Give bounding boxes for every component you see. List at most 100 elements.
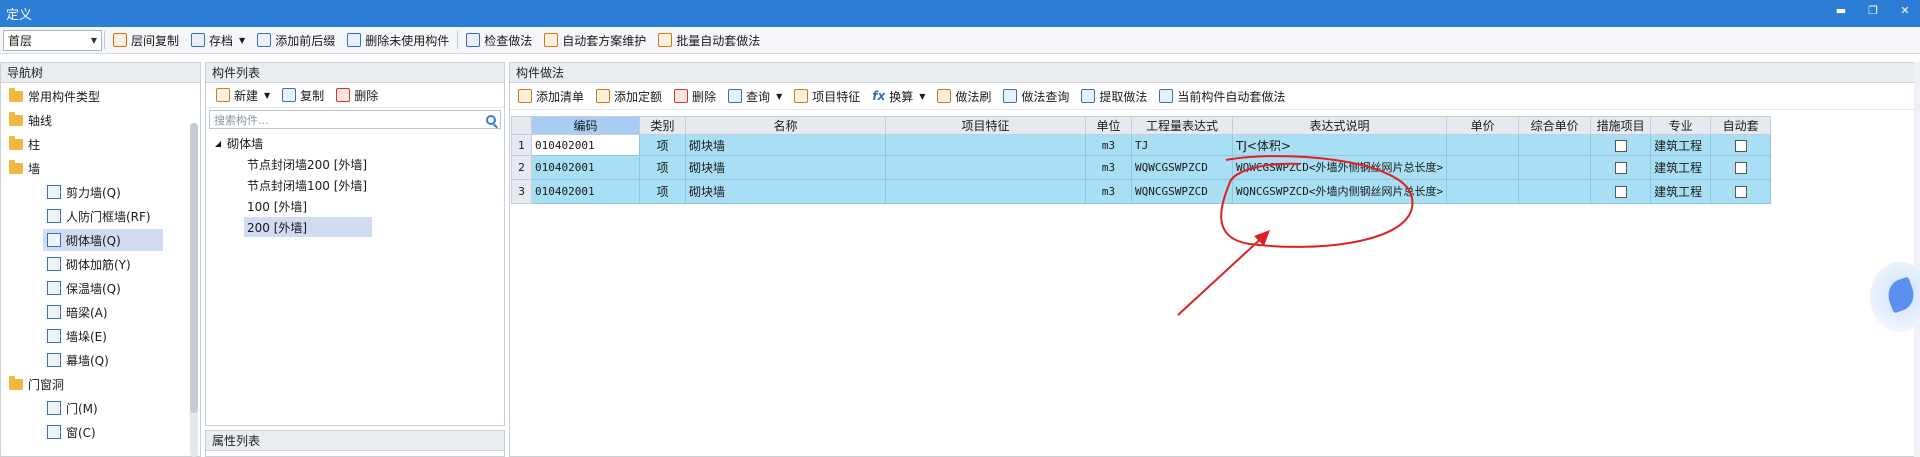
table-row[interactable]: 3 010402001 项 砌块墙 m3 WQNCGSWPZCD WQNCGSW… bbox=[511, 179, 1772, 204]
type-cell[interactable]: 项 bbox=[639, 134, 686, 156]
column-header[interactable]: 单位 bbox=[1085, 116, 1132, 135]
right-edge-scrollbar[interactable] bbox=[1914, 62, 1920, 457]
auto-checkbox[interactable] bbox=[1734, 162, 1747, 174]
tree-item-curtain-wall[interactable]: 幕墙(Q) bbox=[47, 349, 109, 371]
column-header[interactable]: 工程量表达式 bbox=[1131, 116, 1233, 135]
minimize-icon[interactable]: ▬ bbox=[1832, 4, 1850, 17]
component-search-input[interactable]: 搜索构件... bbox=[209, 110, 501, 129]
name-cell[interactable]: 砌块墙 bbox=[685, 179, 886, 204]
collapse-icon[interactable]: ◢ bbox=[215, 139, 221, 148]
tree-item-wall[interactable]: 墙 bbox=[9, 157, 40, 179]
new-component-button[interactable]: 新建 ▼ bbox=[210, 85, 276, 106]
measure-cell[interactable] bbox=[1590, 179, 1652, 204]
auto-checkbox[interactable] bbox=[1734, 186, 1747, 198]
auto-checkbox[interactable] bbox=[1734, 139, 1747, 152]
tree-item-column[interactable]: 柱 bbox=[9, 133, 40, 155]
component-item[interactable]: 节点封闭墙100 [外墙] bbox=[244, 175, 370, 195]
desc-cell[interactable]: WQNCGSWPZCD<外墙内侧钢丝网片总长度> bbox=[1231, 179, 1448, 204]
column-header[interactable]: 自动套 bbox=[1710, 116, 1772, 135]
copy-between-floors-button[interactable]: 层间复制 bbox=[107, 30, 185, 51]
measure-cell[interactable] bbox=[1590, 134, 1652, 156]
column-header[interactable]: 项目特征 bbox=[885, 116, 1086, 135]
nav-scrollbar[interactable] bbox=[190, 123, 198, 457]
unit-cell[interactable]: m3 bbox=[1085, 155, 1132, 180]
batch-auto-button[interactable]: 批量自动套做法 bbox=[652, 30, 766, 51]
delete-unused-button[interactable]: 删除未使用构件 bbox=[341, 30, 455, 51]
tree-item-door[interactable]: 门(M) bbox=[47, 397, 98, 419]
floor-select[interactable]: 首层 ▼ bbox=[3, 29, 102, 51]
total-price-cell[interactable] bbox=[1518, 134, 1592, 156]
auto-apply-current-button[interactable]: 当前构件自动套做法 bbox=[1153, 86, 1291, 107]
tree-item-insulation-wall[interactable]: 保温墙(Q) bbox=[47, 277, 121, 299]
tree-item-hidden-beam[interactable]: 暗梁(A) bbox=[47, 301, 108, 323]
check-method-button[interactable]: 检查做法 bbox=[460, 30, 538, 51]
method-query-button[interactable]: 做法查询 bbox=[997, 86, 1075, 107]
tree-item-civil-defense-wall[interactable]: 人防门框墙(RF) bbox=[47, 205, 151, 227]
convert-button[interactable]: fx 换算 ▼ bbox=[866, 86, 931, 107]
measure-checkbox[interactable] bbox=[1614, 139, 1627, 152]
component-group[interactable]: ◢ 砌体墙 bbox=[212, 133, 266, 153]
component-item[interactable]: 100 [外墙] bbox=[244, 196, 310, 216]
total-price-cell[interactable] bbox=[1518, 155, 1592, 180]
column-header[interactable]: 单价 bbox=[1446, 116, 1520, 135]
auto-scheme-button[interactable]: 自动套方案维护 bbox=[538, 30, 652, 51]
archive-button[interactable]: 存档 ▼ bbox=[185, 30, 251, 51]
code-cell[interactable]: 010402001 bbox=[531, 155, 640, 180]
table-row[interactable]: 1 010402001 项 砌块墙 m3 TJ TJ<体积> 建筑工程 bbox=[511, 134, 1772, 156]
tree-item-common[interactable]: 常用构件类型 bbox=[9, 85, 100, 107]
tree-item-wall-pier[interactable]: 墙垛(E) bbox=[47, 325, 107, 347]
component-item-selected[interactable]: 200 [外墙] bbox=[244, 217, 372, 237]
feature-cell[interactable] bbox=[885, 155, 1086, 180]
unit-cell[interactable]: m3 bbox=[1085, 179, 1132, 204]
delete-method-button[interactable]: 删除 bbox=[668, 86, 722, 107]
add-bill-button[interactable]: 添加清单 bbox=[512, 86, 590, 107]
column-header[interactable]: 表达式说明 bbox=[1231, 116, 1448, 135]
major-cell[interactable]: 建筑工程 bbox=[1650, 155, 1712, 180]
item-feature-button[interactable]: 项目特征 bbox=[788, 86, 866, 107]
expr-cell[interactable]: TJ bbox=[1131, 134, 1233, 156]
close-icon[interactable]: ✕ bbox=[1896, 4, 1914, 17]
tree-item-shear-wall[interactable]: 剪力墙(Q) bbox=[47, 181, 121, 203]
tree-item-window[interactable]: 窗(C) bbox=[47, 421, 96, 443]
tree-item-masonry-rebar[interactable]: 砌体加筋(Y) bbox=[47, 253, 131, 275]
column-header[interactable]: 名称 bbox=[685, 116, 886, 135]
restore-icon[interactable]: ❐ bbox=[1864, 4, 1882, 17]
column-header[interactable]: 专业 bbox=[1650, 116, 1712, 135]
major-cell[interactable]: 建筑工程 bbox=[1650, 134, 1712, 156]
column-header[interactable]: 综合单价 bbox=[1518, 116, 1592, 135]
expr-cell[interactable]: WQNCGSWPZCD bbox=[1131, 179, 1233, 204]
feature-cell[interactable] bbox=[885, 134, 1086, 156]
type-cell[interactable]: 项 bbox=[639, 155, 686, 180]
expr-cell[interactable]: WQWCGSWPZCD bbox=[1131, 155, 1233, 180]
measure-checkbox[interactable] bbox=[1614, 186, 1627, 198]
major-cell[interactable]: 建筑工程 bbox=[1650, 179, 1712, 204]
column-header[interactable]: 措施项目 bbox=[1590, 116, 1652, 135]
code-cell[interactable]: 010402001 bbox=[531, 134, 640, 156]
component-item[interactable]: 节点封闭墙200 [外墙] bbox=[244, 154, 370, 174]
tree-item-masonry-wall[interactable]: 砌体墙(Q) bbox=[43, 229, 163, 251]
name-cell[interactable]: 砌块墙 bbox=[685, 155, 886, 180]
copy-component-button[interactable]: 复制 bbox=[276, 85, 330, 106]
unit-cell[interactable]: m3 bbox=[1085, 134, 1132, 156]
extract-method-button[interactable]: 提取做法 bbox=[1075, 86, 1153, 107]
tree-item-openings[interactable]: 门窗洞 bbox=[9, 373, 64, 395]
measure-cell[interactable] bbox=[1590, 155, 1652, 180]
code-cell[interactable]: 010402001 bbox=[531, 179, 640, 204]
add-quota-button[interactable]: 添加定额 bbox=[590, 86, 668, 107]
column-header[interactable]: 编码 bbox=[531, 116, 640, 135]
add-prefix-suffix-button[interactable]: 添加前后缀 bbox=[251, 30, 341, 51]
desc-cell[interactable]: WQWCGSWPZCD<外墙外侧钢丝网片总长度> bbox=[1231, 155, 1448, 180]
search-icon[interactable] bbox=[486, 114, 496, 125]
total-price-cell[interactable] bbox=[1518, 179, 1592, 204]
price-cell[interactable] bbox=[1446, 155, 1520, 180]
query-button[interactable]: 查询 ▼ bbox=[722, 86, 788, 107]
auto-cell[interactable] bbox=[1710, 179, 1772, 204]
delete-component-button[interactable]: 删除 bbox=[330, 85, 384, 106]
measure-checkbox[interactable] bbox=[1614, 162, 1627, 174]
price-cell[interactable] bbox=[1446, 134, 1520, 156]
method-brush-button[interactable]: 做法刷 bbox=[931, 86, 997, 107]
auto-cell[interactable] bbox=[1710, 134, 1772, 156]
scrollbar-thumb[interactable] bbox=[190, 123, 198, 413]
desc-cell[interactable]: TJ<体积> bbox=[1231, 134, 1448, 156]
feature-cell[interactable] bbox=[885, 179, 1086, 204]
